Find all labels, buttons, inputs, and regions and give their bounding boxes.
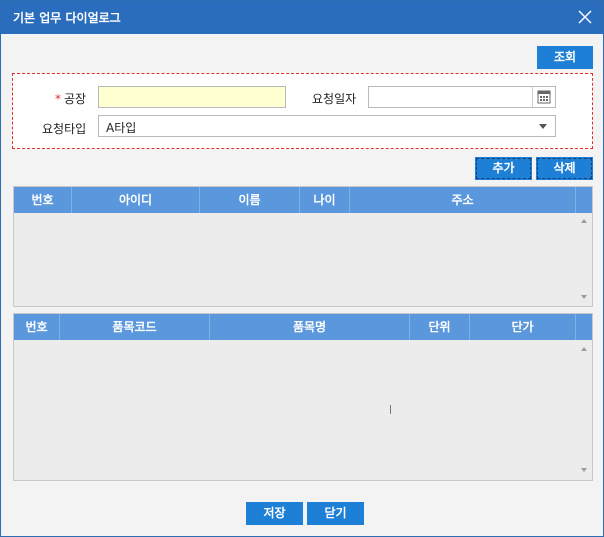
search-panel: * 공장 요청일자 요청타입 A타입 [12,73,593,149]
search-button[interactable]: 조회 [537,46,593,69]
scroll-down-icon[interactable] [581,468,587,472]
vertical-scrollbar[interactable] [576,213,592,306]
required-mark: * [55,92,61,106]
column-header[interactable]: 단위 [410,314,470,340]
column-header[interactable]: 아이디 [72,187,200,213]
window-title: 기본 업무 다이얼로그 [13,11,121,25]
column-header[interactable]: 나이 [300,187,350,213]
column-header[interactable]: 품목코드 [60,314,210,340]
dialog-window: 기본 업무 다이얼로그 조회 * 공장 요청일자 요청타입 A타입 추가 삭제 … [0,0,604,537]
save-button[interactable]: 저장 [246,502,303,525]
scroll-up-icon[interactable] [581,219,587,223]
item-grid-header: 번호 품목코드 품목명 단위 단가 [14,314,592,340]
calendar-button[interactable] [532,87,555,107]
request-type-label: 요청타입 [42,122,87,136]
text-cursor [390,405,391,414]
add-button[interactable]: 추가 [475,157,532,180]
column-header[interactable]: 주소 [350,187,576,213]
column-header[interactable]: 품목명 [210,314,410,340]
user-grid-header: 번호 아이디 이름 나이 주소 [14,187,592,213]
request-type-value: A타입 [106,121,137,135]
chevron-down-icon [539,124,547,129]
vertical-scrollbar[interactable] [576,340,592,480]
column-header[interactable]: 번호 [14,314,60,340]
request-type-select[interactable]: A타입 [98,115,556,137]
scroll-down-icon[interactable] [581,295,587,299]
user-grid[interactable]: 번호 아이디 이름 나이 주소 [13,186,593,307]
item-grid[interactable]: 번호 품목코드 품목명 단위 단가 [13,313,593,481]
column-header[interactable]: 단가 [470,314,576,340]
calendar-icon [537,90,551,104]
close-dialog-button[interactable]: 닫기 [307,502,364,525]
column-header[interactable]: 이름 [200,187,300,213]
scroll-up-icon[interactable] [581,347,587,351]
close-icon [578,10,592,24]
request-date-label: 요청일자 [312,92,357,106]
column-header[interactable]: 번호 [14,187,72,213]
factory-input[interactable] [98,86,286,108]
delete-button[interactable]: 삭제 [536,157,593,180]
footer: 저장 닫기 [1,493,603,536]
close-button[interactable] [575,7,595,27]
request-date-input[interactable] [368,86,556,108]
title-bar[interactable]: 기본 업무 다이얼로그 [1,1,603,34]
factory-label: * 공장 [55,92,87,106]
